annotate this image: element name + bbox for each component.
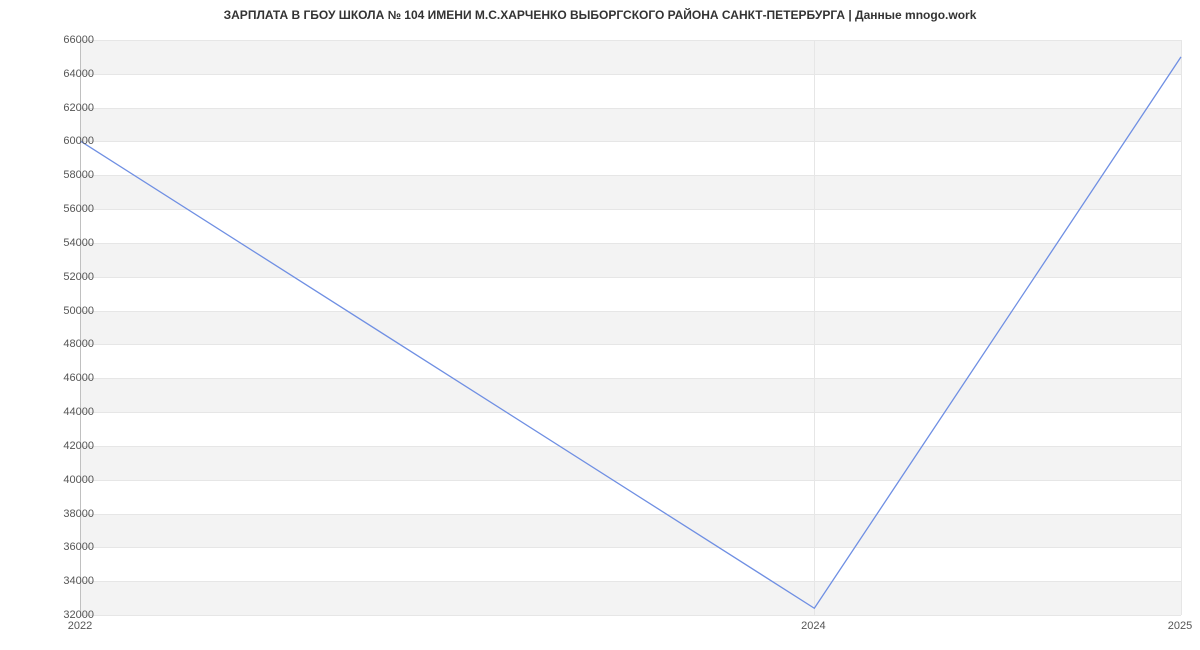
y-tick-label: 40000	[34, 474, 94, 486]
y-tick-label: 46000	[34, 372, 94, 384]
y-gridline	[81, 615, 1181, 616]
chart-title: ЗАРПЛАТА В ГБОУ ШКОЛА № 104 ИМЕНИ М.С.ХА…	[0, 8, 1200, 22]
y-tick-label: 64000	[34, 68, 94, 80]
line-series	[81, 40, 1181, 615]
y-tick-label: 42000	[34, 440, 94, 452]
x-tick-label: 2025	[1168, 620, 1192, 632]
y-tick-label: 52000	[34, 271, 94, 283]
y-tick-label: 44000	[34, 406, 94, 418]
y-tick-label: 56000	[34, 203, 94, 215]
x-gridline	[1181, 40, 1182, 615]
x-tick-label: 2024	[801, 620, 825, 632]
y-tick-label: 54000	[34, 237, 94, 249]
y-tick-label: 62000	[34, 102, 94, 114]
y-tick-label: 66000	[34, 34, 94, 46]
chart-container: ЗАРПЛАТА В ГБОУ ШКОЛА № 104 ИМЕНИ М.С.ХА…	[0, 0, 1200, 650]
y-tick-label: 58000	[34, 169, 94, 181]
y-tick-label: 50000	[34, 305, 94, 317]
y-tick-label: 34000	[34, 575, 94, 587]
y-tick-label: 60000	[34, 135, 94, 147]
y-tick-label: 38000	[34, 508, 94, 520]
y-tick-label: 48000	[34, 338, 94, 350]
plot-area	[80, 40, 1181, 616]
y-tick-label: 36000	[34, 541, 94, 553]
x-tick-label: 2022	[68, 620, 92, 632]
